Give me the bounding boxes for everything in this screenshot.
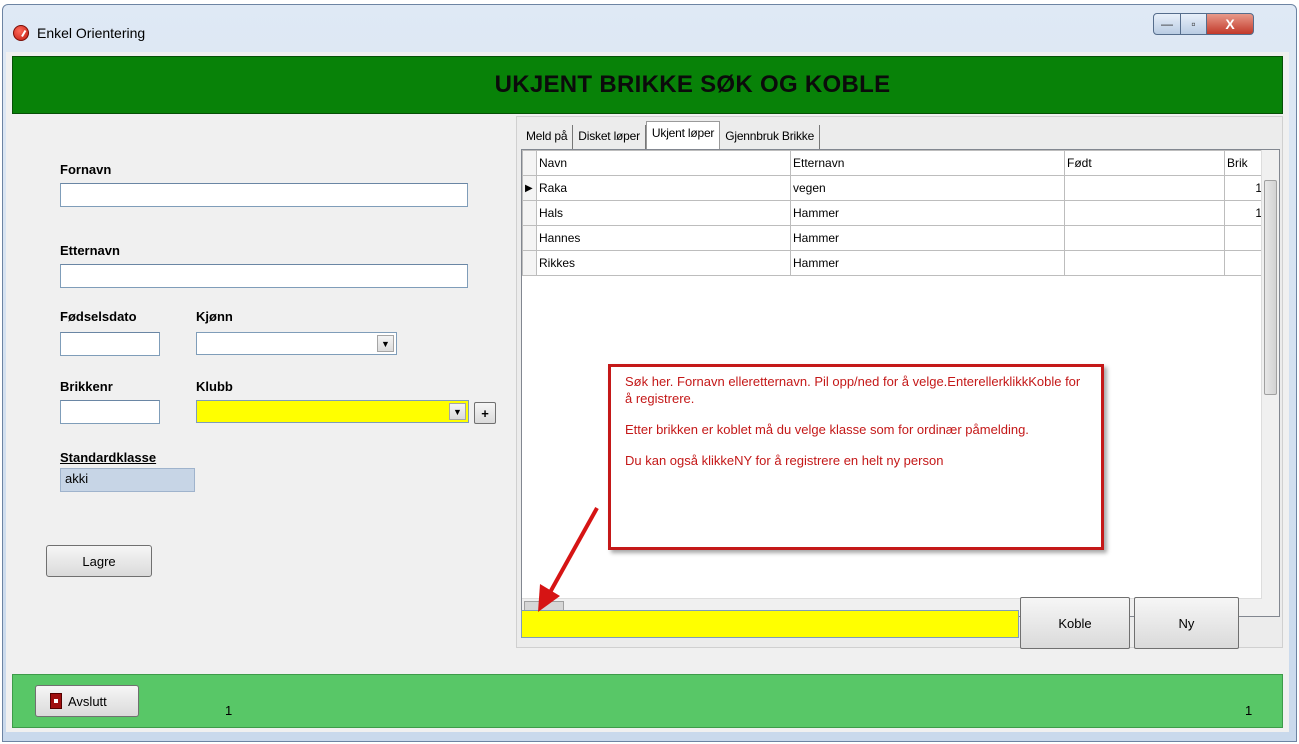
brikkenr-label: Brikkenr	[60, 379, 113, 394]
cell-etternavn[interactable]: Hammer	[790, 200, 1065, 226]
close-button[interactable]: X	[1206, 13, 1254, 35]
cell-navn[interactable]: Hals	[536, 200, 791, 226]
minimize-button[interactable]: —	[1153, 13, 1181, 35]
cell-fodt[interactable]	[1064, 225, 1225, 251]
tab-disket-loper[interactable]: Disket løper	[573, 125, 646, 149]
cell-brik[interactable]	[1224, 225, 1265, 251]
vertical-scrollbar[interactable]	[1261, 150, 1279, 616]
instruction-callout: Søk her. Fornavn elleretternavn. Pil opp…	[608, 364, 1104, 550]
table-row[interactable]: Hannes Hammer	[522, 225, 1265, 251]
fodselsdato-label: Fødselsdato	[60, 309, 137, 324]
callout-text-search: Søk her. Fornavn elleretternavn. Pil opp…	[625, 374, 1081, 406]
cell-navn[interactable]: Hannes	[536, 225, 791, 251]
etternavn-input[interactable]	[60, 264, 468, 288]
tab-gjennbruk-brikke[interactable]: Gjennbruk Brikke	[720, 125, 821, 149]
brikkenr-input[interactable]	[60, 400, 160, 424]
window-title: Enkel Orientering	[37, 25, 146, 41]
column-header-navn[interactable]: Navn	[536, 150, 791, 176]
status-bar: Avslutt 1 1	[12, 674, 1283, 728]
row-selector[interactable]	[522, 250, 537, 276]
scrollbar-thumb[interactable]	[1264, 180, 1277, 395]
cell-brik[interactable]: 1	[1224, 200, 1265, 226]
callout-text-class: Etter brikken er koblet må du velge klas…	[625, 422, 1029, 437]
column-header-fodt[interactable]: Født	[1064, 150, 1225, 176]
table-header-row: Navn Etternavn Født Brik	[522, 150, 1265, 176]
column-header-etternavn[interactable]: Etternavn	[790, 150, 1065, 176]
avslutt-button[interactable]: Avslutt	[35, 685, 139, 717]
page-title: UKJENT BRIKKE SØK OG KOBLE	[494, 71, 891, 98]
cell-etternavn[interactable]: Hammer	[790, 250, 1065, 276]
tab-bar: Meld på Disket løper Ukjent løper Gjennb…	[521, 119, 821, 149]
table-row[interactable]: ▶ Raka vegen 1	[522, 175, 1265, 201]
column-header-brik[interactable]: Brik	[1224, 150, 1265, 176]
koble-button[interactable]: Koble	[1020, 597, 1130, 649]
tab-meld-pa[interactable]: Meld på	[521, 125, 574, 149]
fornavn-label: Fornavn	[60, 162, 112, 177]
status-count-right: 1	[1245, 703, 1253, 718]
cell-fodt[interactable]	[1064, 175, 1225, 201]
add-club-button[interactable]: +	[474, 402, 496, 424]
klubb-select[interactable]: ▼	[196, 400, 469, 423]
maximize-button[interactable]: ▫	[1180, 13, 1207, 35]
cell-brik[interactable]	[1224, 250, 1265, 276]
row-selector[interactable]	[522, 200, 537, 226]
runner-table: Navn Etternavn Født Brik ▶ Raka vegen 1 …	[522, 150, 1265, 276]
table-row[interactable]: Hals Hammer 1	[522, 200, 1265, 226]
row-selector[interactable]	[522, 225, 537, 251]
chevron-down-icon[interactable]: ▼	[377, 335, 394, 352]
standardklasse-value: akki	[60, 468, 195, 492]
search-input[interactable]	[521, 610, 1019, 638]
ny-button[interactable]: Ny	[1134, 597, 1239, 649]
callout-text-new: Du kan også klikkeNY for å registrere en…	[625, 453, 944, 468]
fornavn-input[interactable]	[60, 183, 468, 207]
table-row[interactable]: Rikkes Hammer	[522, 250, 1265, 276]
app-logo-icon	[13, 25, 29, 41]
cell-etternavn[interactable]: Hammer	[790, 225, 1065, 251]
status-count-left: 1	[225, 703, 233, 718]
cell-brik[interactable]: 1	[1224, 175, 1265, 201]
etternavn-label: Etternavn	[60, 243, 120, 258]
cell-fodt[interactable]	[1064, 200, 1225, 226]
klubb-label: Klubb	[196, 379, 233, 394]
cell-navn[interactable]: Rikkes	[536, 250, 791, 276]
cell-fodt[interactable]	[1064, 250, 1225, 276]
tab-ukjent-loper[interactable]: Ukjent løper	[645, 121, 721, 149]
kjonn-label: Kjønn	[196, 309, 233, 324]
avslutt-label: Avslutt	[68, 693, 107, 709]
page-header: UKJENT BRIKKE SØK OG KOBLE	[12, 56, 1283, 114]
row-header-corner	[522, 150, 537, 176]
fodselsdato-input[interactable]	[60, 332, 160, 356]
exit-door-icon	[50, 693, 62, 709]
standardklasse-label: Standardklasse	[60, 450, 157, 465]
kjonn-select[interactable]: ▼	[196, 332, 397, 355]
row-selector-icon[interactable]: ▶	[522, 175, 537, 201]
chevron-down-icon[interactable]: ▼	[449, 403, 466, 420]
lagre-button[interactable]: Lagre	[46, 545, 152, 577]
cell-navn[interactable]: Raka	[536, 175, 791, 201]
title-bar[interactable]: Enkel Orientering — ▫ X	[3, 5, 1296, 53]
cell-etternavn[interactable]: vegen	[790, 175, 1065, 201]
